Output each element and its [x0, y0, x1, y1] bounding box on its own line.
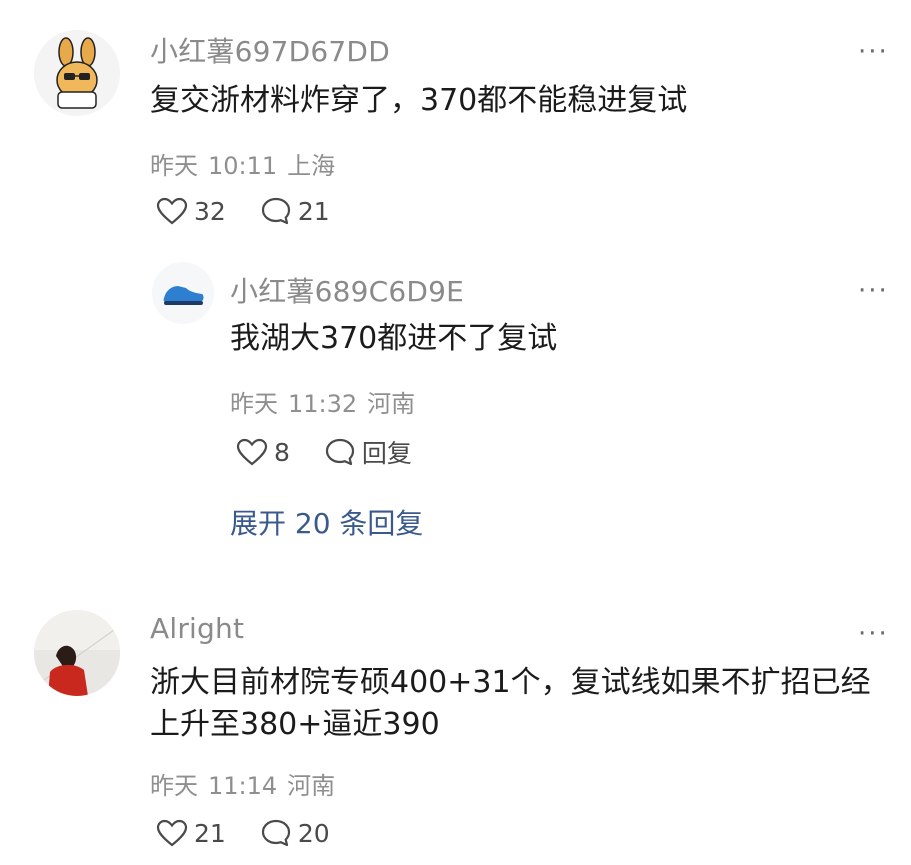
reply-text: 我湖大370都进不了复试 [230, 321, 558, 356]
like-button[interactable]: 21 [156, 819, 226, 848]
reply-meta: 昨天 11:32 河南 [230, 384, 415, 419]
reply-time: 11:32 [288, 390, 358, 418]
comment-meta: 昨天 11:14 河南 [150, 766, 335, 801]
more-options-icon[interactable]: ··· [858, 39, 889, 65]
reply-username[interactable]: 小红薯689C6D9E [230, 270, 464, 310]
blue-shoe-avatar-icon [152, 262, 214, 324]
comment-date: 昨天 [150, 152, 198, 180]
comment-time: 11:14 [208, 772, 278, 800]
reply-button[interactable]: 21 [260, 196, 330, 226]
photo-avatar-icon [34, 610, 120, 696]
more-options-icon[interactable]: ··· [858, 621, 889, 647]
reply-date: 昨天 [230, 390, 278, 418]
reply-button[interactable]: 20 [260, 818, 330, 848]
reply-count: 21 [297, 196, 330, 226]
comment-text-line-1: 浙大目前材院专硕400+31个，复试线如果不扩招已经 [150, 665, 871, 700]
reply-count: 20 [297, 818, 330, 848]
comment-location: 河南 [287, 772, 336, 800]
comment-actions: 21 20 [156, 818, 364, 848]
reply-avatar[interactable] [152, 262, 214, 324]
comment-bubble-icon [325, 438, 355, 466]
more-options-icon[interactable]: ··· [858, 278, 889, 304]
like-button[interactable]: 8 [236, 438, 290, 467]
reply-location: 河南 [367, 390, 416, 418]
heart-icon [156, 197, 188, 225]
comment-time: 10:11 [208, 152, 278, 180]
reply-button[interactable]: 回复 [324, 434, 412, 470]
like-count: 21 [194, 818, 226, 848]
heart-icon [156, 819, 188, 847]
avatar[interactable] [34, 610, 120, 696]
comment-text: 复交浙材料炸穿了，370都不能稳进复试 [150, 83, 688, 118]
reply-actions: 8 回复 [236, 434, 446, 470]
cartoon-bunny-avatar-icon [34, 30, 120, 116]
heart-icon [236, 438, 268, 466]
like-button[interactable]: 32 [156, 197, 226, 226]
comment-date: 昨天 [150, 772, 198, 800]
like-count: 32 [194, 196, 226, 226]
comment-bubble-icon [261, 197, 290, 225]
comment-username[interactable]: Alright [150, 612, 244, 645]
comment-meta: 昨天 10:11 上海 [150, 146, 335, 181]
expand-replies-link[interactable]: 展开 20 条回复 [230, 502, 423, 542]
comment-bubble-icon [261, 819, 290, 847]
like-count: 8 [274, 437, 290, 467]
comment-location: 上海 [287, 152, 336, 180]
avatar[interactable] [34, 30, 120, 116]
comment-actions: 32 21 [156, 196, 364, 226]
reply-label: 回复 [361, 439, 412, 468]
comment-text-line-2: 上升至380+逼近390 [150, 707, 440, 742]
comment-username[interactable]: 小红薯697D67DD [150, 30, 390, 70]
